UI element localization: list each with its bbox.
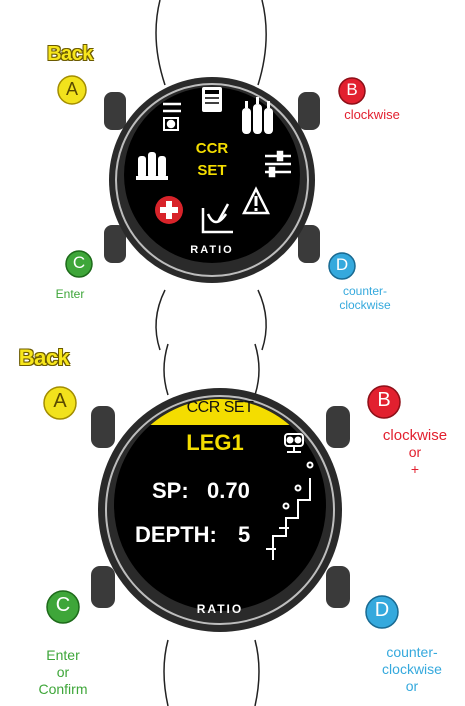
button-b-label-2-line1: clockwise xyxy=(382,427,448,444)
sp-value[interactable]: 0.70 xyxy=(207,478,250,504)
hw-button-d-2[interactable] xyxy=(326,566,350,608)
hw-button-b-2[interactable] xyxy=(326,406,350,448)
button-b-letter-2: B xyxy=(377,389,391,411)
button-a-letter-2: A xyxy=(53,390,67,412)
brand-logo-2: RATIO xyxy=(196,602,244,616)
depth-label: DEPTH: xyxy=(135,522,217,547)
sliders-icon xyxy=(265,150,291,178)
button-c-letter-2: C xyxy=(55,594,71,616)
button-a-label-2: Back xyxy=(18,345,70,370)
hw-button-b[interactable] xyxy=(298,92,320,130)
button-c-label-2-line2: or xyxy=(56,664,70,680)
button-b-label: clockwise xyxy=(344,107,400,122)
button-c-label-2-line1: Enter xyxy=(46,647,80,663)
button-c-label-2-line3: Confirm xyxy=(38,681,88,697)
depth-value[interactable]: 5 xyxy=(238,522,250,548)
button-d-label-2-line1: counter- xyxy=(386,644,438,660)
leg-title: LEG1 xyxy=(186,430,244,455)
brand-logo-1: RATIO xyxy=(190,244,234,256)
screen-header-title: CCR SET xyxy=(186,399,254,416)
button-d-label-2-line2: clockwise xyxy=(382,661,442,677)
button-b-label-2-line3: + xyxy=(410,461,420,477)
hw-button-a-2[interactable] xyxy=(91,406,115,448)
button-d-letter-2: D xyxy=(374,599,390,621)
multi-tank-icon xyxy=(136,152,168,180)
button-b-letter: B xyxy=(346,80,358,99)
hw-button-c-2[interactable] xyxy=(91,566,115,608)
sp-label: SP: xyxy=(152,478,189,503)
menu-center-line1: CCR xyxy=(195,140,229,157)
button-d-label-line2: clockwise xyxy=(339,298,391,312)
menu-center-line2: SET xyxy=(197,162,227,179)
button-a-letter: A xyxy=(65,79,78,99)
button-d-letter: D xyxy=(335,255,349,274)
button-d-label-line1: counter- xyxy=(342,284,388,298)
gas-tanks-icon xyxy=(242,97,273,134)
button-a-label: Back xyxy=(47,43,93,65)
button-c-letter: C xyxy=(72,253,86,272)
hw-button-a[interactable] xyxy=(104,92,126,130)
button-b-label-2-line2: or xyxy=(408,444,422,460)
button-d-label-2-line3: or xyxy=(405,678,419,694)
button-c-label: Enter xyxy=(55,287,85,301)
first-aid-icon xyxy=(155,196,183,224)
logbook-icon xyxy=(202,87,222,112)
